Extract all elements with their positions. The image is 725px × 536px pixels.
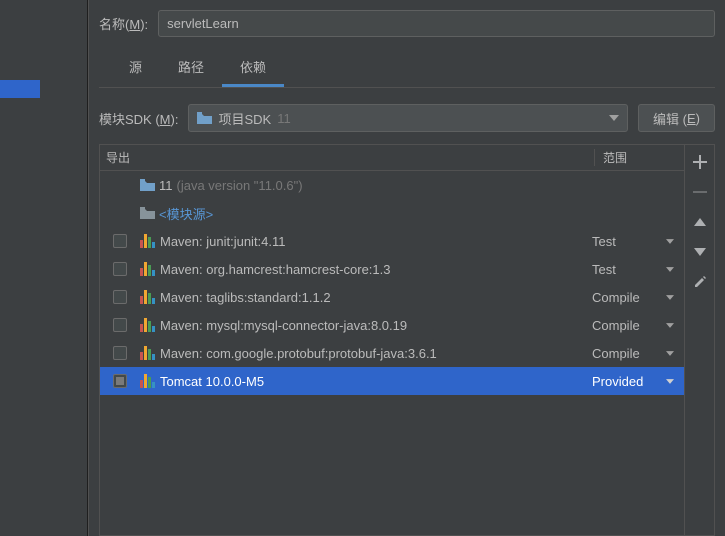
jdk-name: 11	[159, 178, 173, 193]
dep-row-module-source[interactable]: <模块源>	[100, 199, 684, 227]
scope-value: Compile	[592, 346, 640, 361]
dep-name: Maven: taglibs:standard:1.1.2	[160, 290, 331, 305]
dep-row[interactable]: Maven: junit:junit:4.11 Test	[100, 227, 684, 255]
deps-table: 导出 范围 11 (java version "11.0.6") <模块源> Mav…	[100, 145, 684, 535]
sdk-name: 项目SDK	[218, 109, 271, 128]
move-down-button[interactable]	[689, 241, 711, 263]
sdk-row: 模块SDK (M): 项目SDK 11 编辑 (E)	[99, 104, 715, 132]
dep-row[interactable]: Maven: taglibs:standard:1.1.2 Compile	[100, 283, 684, 311]
scope-dropdown[interactable]: Compile	[592, 290, 678, 305]
name-row: 名称(M):	[99, 10, 715, 37]
sdk-version: 11	[277, 111, 291, 126]
tabs: 源路径依赖	[99, 51, 715, 88]
dep-row[interactable]: Tomcat 10.0.0-M5 Provided	[100, 367, 684, 395]
add-button[interactable]	[689, 151, 711, 173]
dep-name: Maven: com.google.protobuf:protobuf-java…	[160, 346, 437, 361]
edit-button[interactable]: 编辑 (E)	[638, 104, 715, 132]
folder-icon	[197, 112, 212, 124]
tab-依赖[interactable]: 依赖	[222, 51, 284, 87]
edit-icon-button[interactable]	[689, 271, 711, 293]
dep-row[interactable]: Maven: mysql:mysql-connector-java:8.0.19…	[100, 311, 684, 339]
dep-row[interactable]: Maven: com.google.protobuf:protobuf-java…	[100, 339, 684, 367]
dep-name: Maven: org.hamcrest:hamcrest-core:1.3	[160, 262, 390, 277]
export-checkbox[interactable]	[113, 374, 127, 388]
chevron-down-icon	[666, 351, 674, 356]
col-export-header[interactable]: 导出	[100, 149, 140, 166]
library-icon	[140, 290, 156, 304]
name-label: 名称(M):	[99, 14, 148, 33]
library-icon	[140, 374, 156, 388]
scope-dropdown[interactable]: Compile	[592, 346, 678, 361]
sidebar-selection	[0, 80, 40, 98]
remove-button[interactable]	[689, 181, 711, 203]
library-icon	[140, 262, 156, 276]
scope-value: Compile	[592, 290, 640, 305]
chevron-down-icon	[666, 323, 674, 328]
scope-value: Provided	[592, 374, 643, 389]
folder-icon	[140, 179, 155, 191]
library-icon	[140, 346, 156, 360]
library-icon	[140, 318, 156, 332]
module-source-label: <模块源>	[159, 204, 213, 223]
col-scope-header[interactable]: 范围	[594, 149, 684, 166]
move-up-button[interactable]	[689, 211, 711, 233]
name-input[interactable]	[158, 10, 715, 37]
chevron-down-icon	[609, 115, 619, 121]
chevron-down-icon	[666, 239, 674, 244]
scope-dropdown[interactable]: Compile	[592, 318, 678, 333]
dep-row[interactable]: Maven: org.hamcrest:hamcrest-core:1.3 Tes…	[100, 255, 684, 283]
deps-header: 导出 范围	[100, 145, 684, 171]
chevron-down-icon	[666, 267, 674, 272]
tab-路径[interactable]: 路径	[160, 51, 222, 87]
scope-dropdown[interactable]: Provided	[592, 374, 678, 389]
export-checkbox[interactable]	[113, 262, 127, 276]
left-sidebar	[0, 0, 88, 536]
library-icon	[140, 234, 156, 248]
jdk-version: (java version "11.0.6")	[177, 178, 303, 193]
scope-dropdown[interactable]: Test	[592, 262, 678, 277]
toolbox	[684, 145, 714, 535]
deps-body: 11 (java version "11.0.6") <模块源> Maven: ju…	[100, 171, 684, 535]
scope-value: Test	[592, 262, 616, 277]
sdk-label: 模块SDK (M):	[99, 109, 178, 128]
scope-value: Compile	[592, 318, 640, 333]
tab-源[interactable]: 源	[111, 51, 160, 87]
folder-icon	[140, 207, 155, 219]
deps-container: 导出 范围 11 (java version "11.0.6") <模块源> Mav…	[99, 144, 715, 536]
dep-name: Maven: mysql:mysql-connector-java:8.0.19	[160, 318, 407, 333]
export-checkbox[interactable]	[113, 290, 127, 304]
dep-name: Tomcat 10.0.0-M5	[160, 374, 264, 389]
sdk-dropdown[interactable]: 项目SDK 11	[188, 104, 628, 132]
export-checkbox[interactable]	[113, 346, 127, 360]
chevron-down-icon	[666, 295, 674, 300]
chevron-down-icon	[666, 379, 674, 384]
dep-name: Maven: junit:junit:4.11	[160, 234, 286, 249]
export-checkbox[interactable]	[113, 234, 127, 248]
scope-dropdown[interactable]: Test	[592, 234, 678, 249]
dep-row-jdk[interactable]: 11 (java version "11.0.6")	[100, 171, 684, 199]
export-checkbox[interactable]	[113, 318, 127, 332]
main-panel: 名称(M): 源路径依赖 模块SDK (M): 项目SDK 11 编辑 (E)	[88, 0, 725, 536]
scope-value: Test	[592, 234, 616, 249]
